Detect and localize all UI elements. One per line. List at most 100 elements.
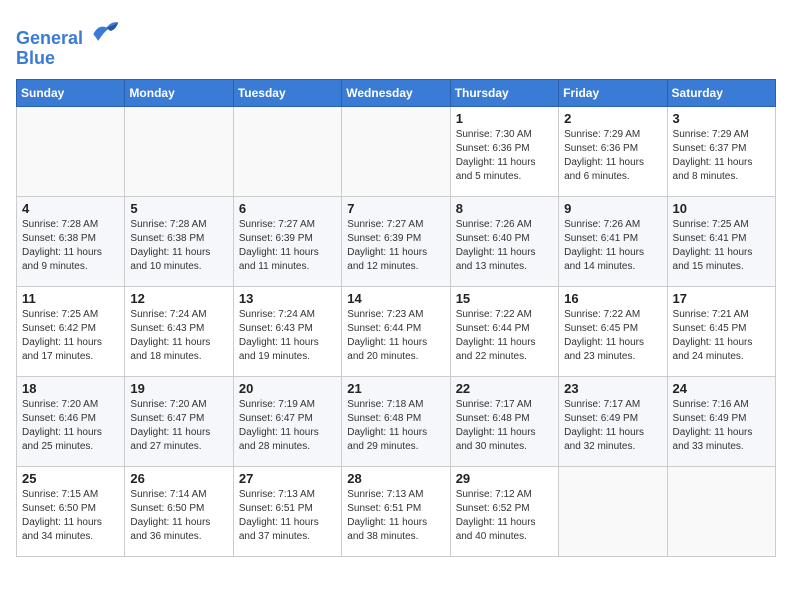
calendar-cell: 20 Sunrise: 7:19 AM Sunset: 6:47 PM Dayli… <box>233 376 341 466</box>
day-number: 22 <box>456 381 553 396</box>
calendar-cell: 16 Sunrise: 7:22 AM Sunset: 6:45 PM Dayli… <box>559 286 667 376</box>
calendar-cell: 25Sunrise: 7:15 AM Sunset: 6:50 PM Dayli… <box>17 466 125 556</box>
calendar-cell: 15 Sunrise: 7:22 AM Sunset: 6:44 PM Dayli… <box>450 286 558 376</box>
calendar-cell <box>17 106 125 196</box>
calendar-cell: 24 Sunrise: 7:16 AM Sunset: 6:49 PM Dayli… <box>667 376 775 466</box>
calendar-cell: 11 Sunrise: 7:25 AM Sunset: 6:42 PM Dayli… <box>17 286 125 376</box>
day-number: 3 <box>673 111 770 126</box>
day-info: Sunrise: 7:23 AM Sunset: 6:44 PM Dayligh… <box>347 308 444 364</box>
day-number: 4 <box>22 201 119 216</box>
day-number: 26 <box>130 471 227 486</box>
day-number: 19 <box>130 381 227 396</box>
calendar-cell: 10 Sunrise: 7:25 AM Sunset: 6:41 PM Dayli… <box>667 196 775 286</box>
day-number: 15 <box>456 291 553 306</box>
calendar-cell: 14 Sunrise: 7:23 AM Sunset: 6:44 PM Dayli… <box>342 286 450 376</box>
day-number: 8 <box>456 201 553 216</box>
day-number: 24 <box>673 381 770 396</box>
day-info: Sunrise: 7:28 AM Sunset: 6:38 PM Dayligh… <box>22 218 119 274</box>
calendar-cell: 22Sunrise: 7:17 AM Sunset: 6:48 PM Dayli… <box>450 376 558 466</box>
day-header-tuesday: Tuesday <box>233 79 341 106</box>
day-info: Sunrise: 7:17 AM Sunset: 6:49 PM Dayligh… <box>564 398 661 454</box>
calendar-cell: 8 Sunrise: 7:26 AM Sunset: 6:40 PM Daylig… <box>450 196 558 286</box>
day-number: 11 <box>22 291 119 306</box>
day-header-friday: Friday <box>559 79 667 106</box>
day-header-wednesday: Wednesday <box>342 79 450 106</box>
day-info: Sunrise: 7:29 AM Sunset: 6:36 PM Dayligh… <box>564 128 661 184</box>
day-number: 20 <box>239 381 336 396</box>
calendar-cell: 17 Sunrise: 7:21 AM Sunset: 6:45 PM Dayli… <box>667 286 775 376</box>
day-info: Sunrise: 7:24 AM Sunset: 6:43 PM Dayligh… <box>130 308 227 364</box>
calendar-cell: 7 Sunrise: 7:27 AM Sunset: 6:39 PM Daylig… <box>342 196 450 286</box>
logo-bird-icon <box>90 16 120 44</box>
day-number: 28 <box>347 471 444 486</box>
day-info: Sunrise: 7:26 AM Sunset: 6:40 PM Dayligh… <box>456 218 553 274</box>
day-number: 18 <box>22 381 119 396</box>
day-info: Sunrise: 7:25 AM Sunset: 6:42 PM Dayligh… <box>22 308 119 364</box>
day-info: Sunrise: 7:25 AM Sunset: 6:41 PM Dayligh… <box>673 218 770 274</box>
calendar-cell <box>559 466 667 556</box>
calendar-cell: 4 Sunrise: 7:28 AM Sunset: 6:38 PM Daylig… <box>17 196 125 286</box>
day-number: 17 <box>673 291 770 306</box>
day-number: 29 <box>456 471 553 486</box>
day-info: Sunrise: 7:18 AM Sunset: 6:48 PM Dayligh… <box>347 398 444 454</box>
day-number: 6 <box>239 201 336 216</box>
calendar-cell: 5 Sunrise: 7:28 AM Sunset: 6:38 PM Daylig… <box>125 196 233 286</box>
day-info: Sunrise: 7:12 AM Sunset: 6:52 PM Dayligh… <box>456 488 553 544</box>
day-info: Sunrise: 7:29 AM Sunset: 6:37 PM Dayligh… <box>673 128 770 184</box>
day-number: 9 <box>564 201 661 216</box>
day-number: 1 <box>456 111 553 126</box>
calendar-cell: 28 Sunrise: 7:13 AM Sunset: 6:51 PM Dayli… <box>342 466 450 556</box>
day-number: 16 <box>564 291 661 306</box>
day-header-monday: Monday <box>125 79 233 106</box>
calendar-cell <box>342 106 450 196</box>
calendar-cell: 3 Sunrise: 7:29 AM Sunset: 6:37 PM Daylig… <box>667 106 775 196</box>
day-info: Sunrise: 7:14 AM Sunset: 6:50 PM Dayligh… <box>130 488 227 544</box>
day-number: 14 <box>347 291 444 306</box>
day-info: Sunrise: 7:20 AM Sunset: 6:47 PM Dayligh… <box>130 398 227 454</box>
day-info: Sunrise: 7:19 AM Sunset: 6:47 PM Dayligh… <box>239 398 336 454</box>
day-number: 27 <box>239 471 336 486</box>
calendar-cell: 21 Sunrise: 7:18 AM Sunset: 6:48 PM Dayli… <box>342 376 450 466</box>
day-number: 10 <box>673 201 770 216</box>
calendar-cell: 29 Sunrise: 7:12 AM Sunset: 6:52 PM Dayli… <box>450 466 558 556</box>
calendar-cell: 2 Sunrise: 7:29 AM Sunset: 6:36 PM Daylig… <box>559 106 667 196</box>
day-info: Sunrise: 7:21 AM Sunset: 6:45 PM Dayligh… <box>673 308 770 364</box>
day-info: Sunrise: 7:24 AM Sunset: 6:43 PM Dayligh… <box>239 308 336 364</box>
day-info: Sunrise: 7:30 AM Sunset: 6:36 PM Dayligh… <box>456 128 553 184</box>
day-info: Sunrise: 7:22 AM Sunset: 6:45 PM Dayligh… <box>564 308 661 364</box>
calendar-table: SundayMondayTuesdayWednesdayThursdayFrid… <box>16 79 776 557</box>
day-info: Sunrise: 7:15 AM Sunset: 6:50 PM Dayligh… <box>22 488 119 544</box>
day-number: 2 <box>564 111 661 126</box>
calendar-cell: 12Sunrise: 7:24 AM Sunset: 6:43 PM Dayli… <box>125 286 233 376</box>
day-info: Sunrise: 7:16 AM Sunset: 6:49 PM Dayligh… <box>673 398 770 454</box>
day-info: Sunrise: 7:27 AM Sunset: 6:39 PM Dayligh… <box>239 218 336 274</box>
day-info: Sunrise: 7:26 AM Sunset: 6:41 PM Dayligh… <box>564 218 661 274</box>
day-info: Sunrise: 7:20 AM Sunset: 6:46 PM Dayligh… <box>22 398 119 454</box>
calendar-cell: 23 Sunrise: 7:17 AM Sunset: 6:49 PM Dayli… <box>559 376 667 466</box>
day-header-sunday: Sunday <box>17 79 125 106</box>
calendar-cell: 18 Sunrise: 7:20 AM Sunset: 6:46 PM Dayli… <box>17 376 125 466</box>
day-info: Sunrise: 7:28 AM Sunset: 6:38 PM Dayligh… <box>130 218 227 274</box>
day-info: Sunrise: 7:13 AM Sunset: 6:51 PM Dayligh… <box>347 488 444 544</box>
day-number: 23 <box>564 381 661 396</box>
calendar-cell <box>233 106 341 196</box>
day-info: Sunrise: 7:22 AM Sunset: 6:44 PM Dayligh… <box>456 308 553 364</box>
calendar-cell <box>125 106 233 196</box>
calendar-cell: 27 Sunrise: 7:13 AM Sunset: 6:51 PM Dayli… <box>233 466 341 556</box>
calendar-cell: 9 Sunrise: 7:26 AM Sunset: 6:41 PM Daylig… <box>559 196 667 286</box>
day-info: Sunrise: 7:13 AM Sunset: 6:51 PM Dayligh… <box>239 488 336 544</box>
day-number: 21 <box>347 381 444 396</box>
day-header-thursday: Thursday <box>450 79 558 106</box>
calendar-cell: 26 Sunrise: 7:14 AM Sunset: 6:50 PM Dayli… <box>125 466 233 556</box>
calendar-cell: 6 Sunrise: 7:27 AM Sunset: 6:39 PM Daylig… <box>233 196 341 286</box>
day-number: 5 <box>130 201 227 216</box>
logo-general: General <box>16 28 83 48</box>
day-number: 13 <box>239 291 336 306</box>
logo: General Blue <box>16 16 120 69</box>
day-header-saturday: Saturday <box>667 79 775 106</box>
day-info: Sunrise: 7:27 AM Sunset: 6:39 PM Dayligh… <box>347 218 444 274</box>
page-header: General Blue <box>16 16 776 69</box>
calendar-cell: 13 Sunrise: 7:24 AM Sunset: 6:43 PM Dayli… <box>233 286 341 376</box>
day-number: 7 <box>347 201 444 216</box>
calendar-cell: 19 Sunrise: 7:20 AM Sunset: 6:47 PM Dayli… <box>125 376 233 466</box>
